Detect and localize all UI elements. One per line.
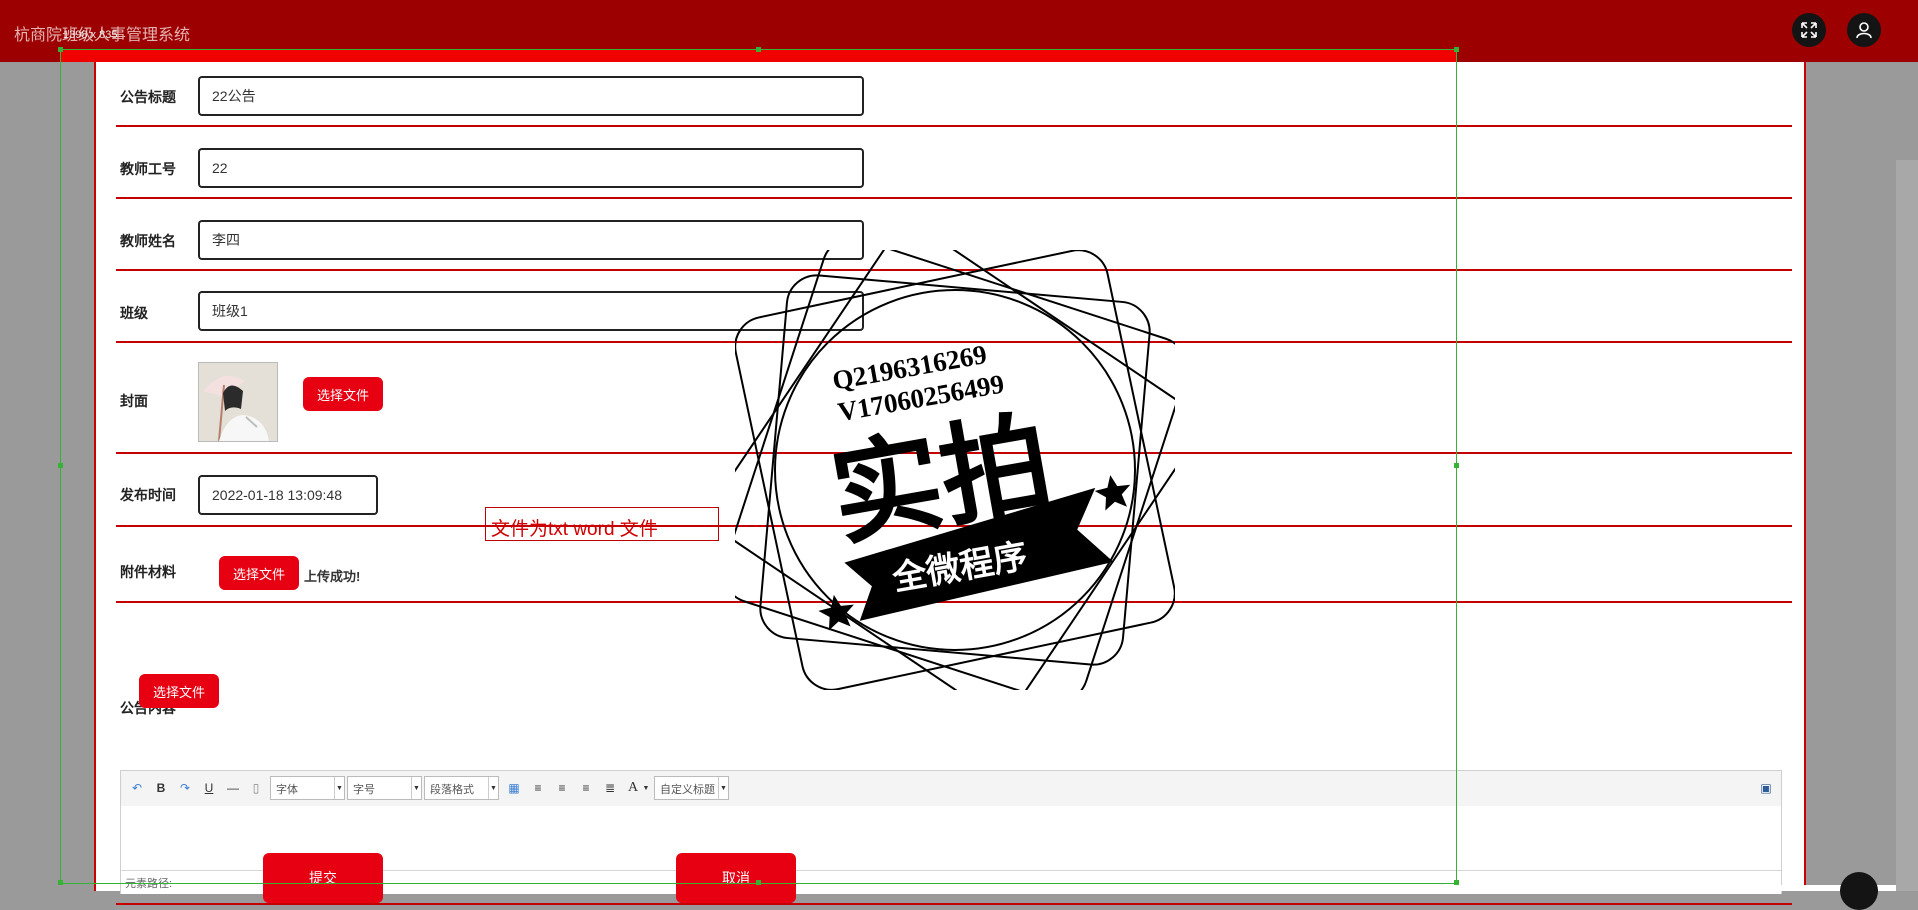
form-row-title: 公告标题 <box>116 62 1792 127</box>
resize-handle[interactable] <box>756 880 761 885</box>
upload-status-text: 上传成功! <box>304 569 361 584</box>
submit-button[interactable]: 提交 <box>263 853 383 903</box>
custom-title-value: 自定义标题 <box>660 784 715 796</box>
font-family-value: 字体 <box>276 784 298 796</box>
attachment-choose-file-button[interactable]: 选择文件 <box>219 556 299 590</box>
form-row-teacher-id: 教师工号 <box>116 127 1792 199</box>
resize-handle[interactable] <box>58 47 63 52</box>
align-center-icon[interactable]: ≡ <box>577 779 595 797</box>
bottom-strip <box>893 885 1896 891</box>
horizontal-rule-icon[interactable]: — <box>224 779 242 797</box>
resize-handle[interactable] <box>58 880 63 885</box>
chevron-down-icon: ▼ <box>488 777 498 799</box>
table-icon[interactable]: ▦ <box>505 779 523 797</box>
undo-icon[interactable]: ↶ <box>128 779 146 797</box>
title-label: 公告标题 <box>120 89 176 105</box>
chevron-down-icon: ▼ <box>718 777 728 799</box>
chevron-down-icon: ▼ <box>334 777 344 799</box>
resize-handle[interactable] <box>1454 47 1459 52</box>
cover-choose-file-button[interactable]: 选择文件 <box>303 377 383 411</box>
underline-icon[interactable]: U <box>200 779 218 797</box>
cover-label: 封面 <box>120 393 148 409</box>
watermark-stamp: Q2196316269 V17060256499 实拍 全微程序 <box>735 250 1175 690</box>
editor-toolbar: ↶ B ↷ U — ▯ 字体 ▼ 字号 ▼ 段落格式 ▼ ▦ ≡ ≡ ≡ ≣ A <box>121 771 1781 807</box>
redo-icon[interactable]: ↷ <box>176 779 194 797</box>
dimension-label: 1398 x 835 <box>63 29 118 41</box>
resize-handle[interactable] <box>756 47 761 52</box>
title-input[interactable] <box>198 76 864 116</box>
clear-document-icon[interactable]: ▯ <box>247 779 265 797</box>
user-icon[interactable] <box>1847 13 1881 47</box>
publish-time-input[interactable] <box>198 475 378 515</box>
chevron-down-icon: ▼ <box>411 777 421 799</box>
floating-action-icon[interactable] <box>1840 872 1878 910</box>
teacher-name-label: 教师姓名 <box>120 233 176 249</box>
fullscreen-editor-icon[interactable]: ▣ <box>1757 779 1775 797</box>
align-justify-icon[interactable]: ≣ <box>601 779 619 797</box>
publish-time-label: 发布时间 <box>120 487 176 503</box>
resize-handle[interactable] <box>58 463 63 468</box>
font-size-value: 字号 <box>353 784 375 796</box>
teacher-id-label: 教师工号 <box>120 161 176 177</box>
resize-handle[interactable] <box>1454 880 1459 885</box>
fullscreen-icon[interactable] <box>1792 13 1826 47</box>
class-label: 班级 <box>120 305 148 321</box>
font-size-select[interactable]: 字号 ▼ <box>347 776 422 800</box>
star-icon <box>818 594 854 631</box>
star-icon <box>1094 475 1131 511</box>
cover-image <box>198 362 278 442</box>
resize-handle[interactable] <box>1454 463 1459 468</box>
bold-icon[interactable]: B <box>152 779 170 797</box>
font-family-select[interactable]: 字体 ▼ <box>270 776 345 800</box>
paragraph-format-value: 段落格式 <box>430 784 474 796</box>
attachment-label: 附件材料 <box>120 564 176 580</box>
annotation-text: 文件为txt word 文件 <box>491 519 658 540</box>
content-choose-file-button[interactable]: 选择文件 <box>139 674 219 708</box>
cancel-button[interactable]: 取消 <box>676 853 796 903</box>
scrollbar[interactable] <box>1896 160 1918 891</box>
teacher-id-input[interactable] <box>198 148 864 188</box>
align-right-icon[interactable]: ≡ <box>553 779 571 797</box>
annotation-text-box[interactable]: 文件为txt word 文件 <box>485 507 719 541</box>
paragraph-format-select[interactable]: 段落格式 ▼ <box>424 776 499 800</box>
align-left-icon[interactable]: ≡ <box>529 779 547 797</box>
custom-title-select[interactable]: 自定义标题 ▼ <box>654 776 729 800</box>
chevron-down-icon[interactable]: ▼ <box>637 779 655 797</box>
